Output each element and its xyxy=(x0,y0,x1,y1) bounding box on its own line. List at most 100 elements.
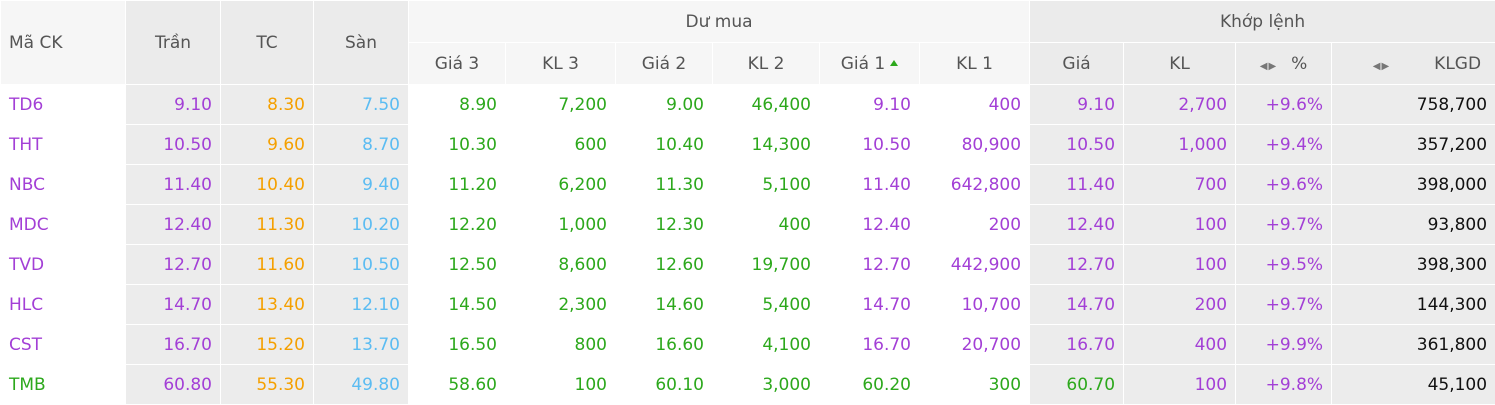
bid-price-2-cell: 12.30 xyxy=(615,204,713,245)
floor-price-cell: 7.50 xyxy=(313,84,409,125)
bid-price-1-cell: 12.70 xyxy=(819,244,920,285)
match-price-cell: 9.10 xyxy=(1029,84,1125,125)
header-san[interactable]: Sàn xyxy=(313,0,409,85)
ticker-cell[interactable]: MDC xyxy=(0,204,126,245)
bid-volume-1-cell: 80,900 xyxy=(918,124,1031,165)
header-ma-ck[interactable]: Mã CK xyxy=(0,0,126,85)
ceiling-price-cell: 9.10 xyxy=(125,84,221,125)
match-price-cell: 14.70 xyxy=(1029,284,1125,325)
header-gia1[interactable]: Giá 1 xyxy=(819,42,920,85)
bid-volume-3-cell: 2,300 xyxy=(505,284,616,325)
total-volume-cell: 398,000 xyxy=(1331,164,1495,205)
bid-volume-3-cell: 6,200 xyxy=(505,164,616,205)
match-price-cell: 16.70 xyxy=(1029,324,1125,365)
floor-price-cell: 49.80 xyxy=(313,364,409,405)
table-row[interactable]: TD6 9.10 8.30 7.50 8.90 7,200 9.00 46,400 9.10 40… xyxy=(0,84,1495,125)
bid-volume-2-cell: 5,100 xyxy=(712,164,820,205)
ceiling-price-cell: 10.50 xyxy=(125,124,221,165)
match-price-cell: 10.50 xyxy=(1029,124,1125,165)
bid-volume-2-cell: 14,300 xyxy=(712,124,820,165)
ticker-cell[interactable]: TMB xyxy=(0,364,126,405)
bid-price-1-cell: 14.70 xyxy=(819,284,920,325)
toggle-arrows-icon[interactable]: ◀▶ xyxy=(1260,61,1277,72)
bid-volume-1-cell: 200 xyxy=(918,204,1031,245)
table-row[interactable]: THT 10.50 9.60 8.70 10.30 600 10.40 14,300 10.50… xyxy=(0,124,1495,165)
table-row[interactable]: NBC 11.40 10.40 9.40 11.20 6,200 11.30 5,100 11.… xyxy=(0,164,1495,205)
ceiling-price-cell: 60.80 xyxy=(125,364,221,405)
reference-price-cell: 8.30 xyxy=(220,84,314,125)
header-kl[interactable]: KL xyxy=(1123,42,1237,85)
bid-volume-1-cell: 442,900 xyxy=(918,244,1031,285)
header-klgd-label: KLGD xyxy=(1434,53,1482,74)
match-price-cell: 12.70 xyxy=(1029,244,1125,285)
floor-price-cell: 9.40 xyxy=(313,164,409,205)
bid-volume-1-cell: 300 xyxy=(918,364,1031,405)
reference-price-cell: 11.30 xyxy=(220,204,314,245)
ticker-cell[interactable]: TD6 xyxy=(0,84,126,125)
bid-volume-3-cell: 600 xyxy=(505,124,616,165)
table-row[interactable]: TMB 60.80 55.30 49.80 58.60 100 60.10 3,000 60.2… xyxy=(0,364,1495,405)
ticker-cell[interactable]: CST xyxy=(0,324,126,365)
bid-volume-3-cell: 100 xyxy=(505,364,616,405)
match-volume-cell: 100 xyxy=(1123,204,1237,245)
ticker-cell[interactable]: THT xyxy=(0,124,126,165)
bid-volume-3-cell: 8,600 xyxy=(505,244,616,285)
match-price-cell: 11.40 xyxy=(1029,164,1125,205)
total-volume-cell: 144,300 xyxy=(1331,284,1495,325)
header-du-mua: Dư mua xyxy=(407,0,1031,43)
header-gia[interactable]: Giá xyxy=(1029,42,1125,85)
bid-price-1-cell: 16.70 xyxy=(819,324,920,365)
table-row[interactable]: TVD 12.70 11.60 10.50 12.50 8,600 12.60 19,700 1… xyxy=(0,244,1495,285)
sort-ascending-icon[interactable] xyxy=(890,59,899,66)
header-gia2[interactable]: Giá 2 xyxy=(615,42,713,85)
header-kl3[interactable]: KL 3 xyxy=(505,42,616,85)
bid-volume-2-cell: 3,000 xyxy=(712,364,820,405)
bid-price-3-cell: 8.90 xyxy=(408,84,506,125)
change-percent-cell: +9.8% xyxy=(1235,364,1333,405)
header-tran[interactable]: Trần xyxy=(125,0,221,85)
bid-volume-1-cell: 642,800 xyxy=(918,164,1031,205)
header-khop-lenh: Khớp lệnh xyxy=(1029,0,1495,43)
floor-price-cell: 12.10 xyxy=(313,284,409,325)
ticker-cell[interactable]: HLC xyxy=(0,284,126,325)
toggle-arrows-icon[interactable]: ◀▶ xyxy=(1373,61,1390,72)
bid-volume-3-cell: 800 xyxy=(505,324,616,365)
match-volume-cell: 400 xyxy=(1123,324,1237,365)
total-volume-cell: 357,200 xyxy=(1331,124,1495,165)
bid-price-1-cell: 11.40 xyxy=(819,164,920,205)
floor-price-cell: 13.70 xyxy=(313,324,409,365)
bid-price-3-cell: 12.20 xyxy=(408,204,506,245)
header-kl2[interactable]: KL 2 xyxy=(712,42,820,85)
reference-price-cell: 55.30 xyxy=(220,364,314,405)
floor-price-cell: 10.20 xyxy=(313,204,409,245)
ceiling-price-cell: 16.70 xyxy=(125,324,221,365)
change-percent-cell: +9.6% xyxy=(1235,84,1333,125)
reference-price-cell: 11.60 xyxy=(220,244,314,285)
bid-price-1-cell: 60.20 xyxy=(819,364,920,405)
header-gia3[interactable]: Giá 3 xyxy=(408,42,506,85)
table-row[interactable]: CST 16.70 15.20 13.70 16.50 800 16.60 4,100 16.7… xyxy=(0,324,1495,365)
ceiling-price-cell: 12.40 xyxy=(125,204,221,245)
header-klgd[interactable]: ◀▶ KLGD xyxy=(1331,42,1495,85)
floor-price-cell: 8.70 xyxy=(313,124,409,165)
bid-price-1-cell: 9.10 xyxy=(819,84,920,125)
table-row[interactable]: HLC 14.70 13.40 12.10 14.50 2,300 14.60 5,400 14… xyxy=(0,284,1495,325)
ceiling-price-cell: 14.70 xyxy=(125,284,221,325)
table-row[interactable]: MDC 12.40 11.30 10.20 12.20 1,000 12.30 400 12.4… xyxy=(0,204,1495,245)
match-volume-cell: 700 xyxy=(1123,164,1237,205)
change-percent-cell: +9.6% xyxy=(1235,164,1333,205)
floor-price-cell: 10.50 xyxy=(313,244,409,285)
bid-price-2-cell: 10.40 xyxy=(615,124,713,165)
bid-price-1-cell: 12.40 xyxy=(819,204,920,245)
header-pct[interactable]: ◀▶% xyxy=(1235,42,1333,85)
header-pct-label: % xyxy=(1291,53,1308,74)
total-volume-cell: 93,800 xyxy=(1331,204,1495,245)
bid-price-2-cell: 9.00 xyxy=(615,84,713,125)
header-kl1[interactable]: KL 1 xyxy=(918,42,1031,85)
ticker-cell[interactable]: NBC xyxy=(0,164,126,205)
header-tc[interactable]: TC xyxy=(220,0,314,85)
bid-volume-2-cell: 4,100 xyxy=(712,324,820,365)
bid-volume-2-cell: 19,700 xyxy=(712,244,820,285)
match-price-cell: 12.40 xyxy=(1029,204,1125,245)
ticker-cell[interactable]: TVD xyxy=(0,244,126,285)
